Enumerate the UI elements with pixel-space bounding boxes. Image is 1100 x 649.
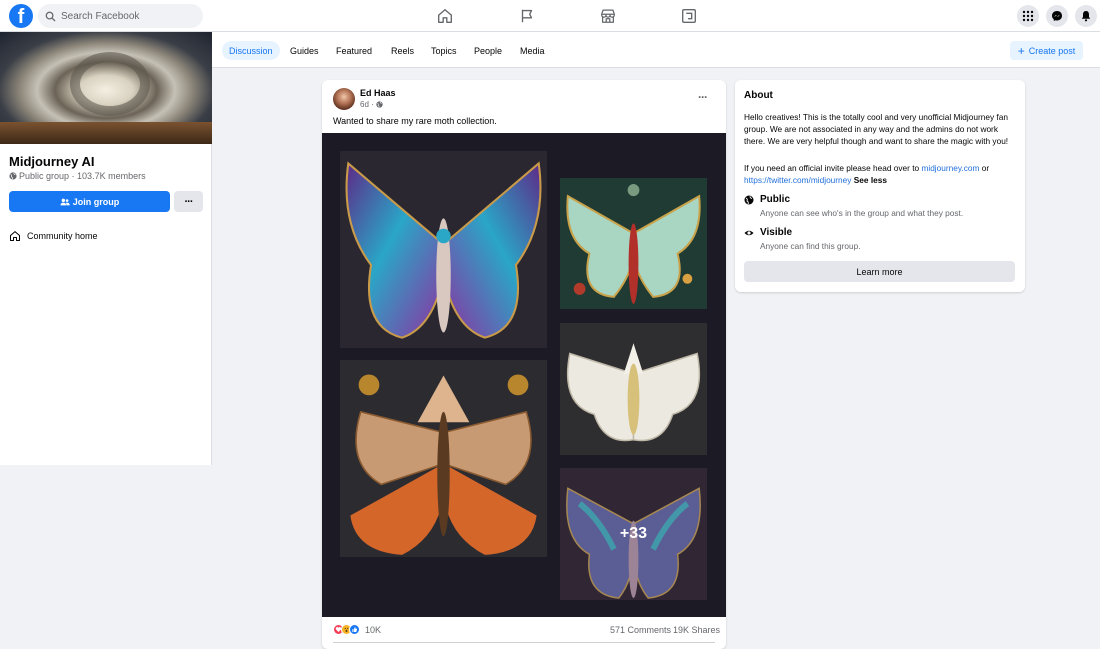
create-post-button[interactable]: + Create post <box>1010 41 1083 60</box>
facebook-logo[interactable]: f <box>9 4 33 28</box>
twitter-link[interactable]: https://twitter.com/midjourney <box>744 175 851 185</box>
visible-title: Visible <box>760 227 793 238</box>
about-description: Hello creatives! This is the totally coo… <box>744 112 1009 146</box>
tab-featured[interactable]: Featured <box>336 41 372 60</box>
tab-reels[interactable]: Reels <box>391 41 414 60</box>
post-photo-2[interactable] <box>560 178 707 309</box>
author-avatar[interactable] <box>333 88 355 110</box>
globe-icon <box>744 195 754 205</box>
about-title: About <box>744 90 773 101</box>
post-time-text: 6d · <box>360 100 374 109</box>
post-photo-3[interactable] <box>340 360 547 557</box>
people-icon <box>60 198 70 205</box>
pages-flag-icon[interactable] <box>517 6 537 26</box>
post-photo-4[interactable] <box>560 323 707 455</box>
top-navigation-bar: f <box>0 0 1100 32</box>
invite-or: or <box>981 163 990 173</box>
group-sidebar: Midjourney AI Public group · 103.7K memb… <box>0 32 212 465</box>
home-icon[interactable] <box>435 6 455 26</box>
home-icon <box>10 231 20 241</box>
gaming-icon[interactable] <box>679 6 699 26</box>
group-cover-photo <box>0 32 212 144</box>
search-icon <box>45 11 56 22</box>
midjourney-link[interactable]: midjourney.com <box>921 163 979 173</box>
about-invite-text: If you need an official invite please he… <box>744 162 1016 186</box>
community-home-link[interactable]: Community home <box>9 230 98 242</box>
post-photo-5[interactable]: +33 <box>560 468 707 600</box>
post-timestamp[interactable]: 6d · <box>360 100 383 109</box>
join-group-label: Join group <box>72 196 120 207</box>
marketplace-icon[interactable] <box>598 6 618 26</box>
tab-guides[interactable]: Guides <box>290 41 319 60</box>
eye-icon <box>744 230 754 236</box>
public-description: Anyone can see who's in the group and wh… <box>760 208 964 218</box>
tab-topics[interactable]: Topics <box>431 41 457 60</box>
globe-icon <box>9 172 17 180</box>
meta-separator: · <box>69 171 78 181</box>
reaction-summary[interactable]: 10K <box>333 624 381 635</box>
public-title: Public <box>760 194 791 205</box>
community-home-label: Community home <box>27 231 98 241</box>
more-photos-overlay[interactable]: +33 <box>560 468 707 600</box>
search-box[interactable] <box>38 4 203 28</box>
see-less-link[interactable]: See less <box>854 175 887 185</box>
group-meta: Public group · 103.7K members <box>9 171 146 181</box>
group-privacy: Public group <box>19 171 70 181</box>
post-options-button[interactable]: ··· <box>698 90 708 104</box>
like-reaction-icon <box>349 624 360 635</box>
notifications-bell-icon[interactable] <box>1075 5 1097 27</box>
post-photo-1[interactable] <box>340 151 547 348</box>
post-card: Ed Haas 6d · ··· Wanted to share my rare… <box>322 80 726 649</box>
reaction-count[interactable]: 10K <box>365 625 381 635</box>
cover-ground <box>0 122 212 144</box>
messenger-icon[interactable] <box>1046 5 1068 27</box>
invite-prefix: If you need an official invite please he… <box>744 163 920 173</box>
group-tabs-bar: Discussion Guides Featured Reels Topics … <box>212 32 1100 68</box>
post-media-grid: +33 <box>322 133 726 617</box>
search-input[interactable] <box>61 10 201 22</box>
learn-more-button[interactable]: Learn more <box>744 261 1015 282</box>
group-name[interactable]: Midjourney AI <box>9 154 94 169</box>
join-group-button[interactable]: Join group <box>9 191 170 212</box>
menu-grid-icon[interactable] <box>1017 5 1039 27</box>
post-text: Wanted to share my rare moth collection. <box>333 116 497 126</box>
globe-icon <box>376 101 383 108</box>
visible-description: Anyone can find this group. <box>760 241 861 251</box>
create-post-label: Create post <box>1028 45 1076 56</box>
plus-icon: + <box>1017 43 1025 58</box>
post-author[interactable]: Ed Haas <box>360 88 396 98</box>
tab-people[interactable]: People <box>474 41 502 60</box>
cover-cloud-portal <box>70 52 150 116</box>
group-members[interactable]: 103.7K members <box>77 171 146 181</box>
shares-count[interactable]: 19K Shares <box>673 625 720 635</box>
group-more-button[interactable]: ··· <box>174 191 203 212</box>
comments-count[interactable]: 571 Comments <box>610 625 671 635</box>
post-divider <box>333 642 715 643</box>
tab-media[interactable]: Media <box>520 41 545 60</box>
tab-discussion[interactable]: Discussion <box>222 41 280 60</box>
about-card: About Hello creatives! This is the total… <box>735 80 1025 292</box>
